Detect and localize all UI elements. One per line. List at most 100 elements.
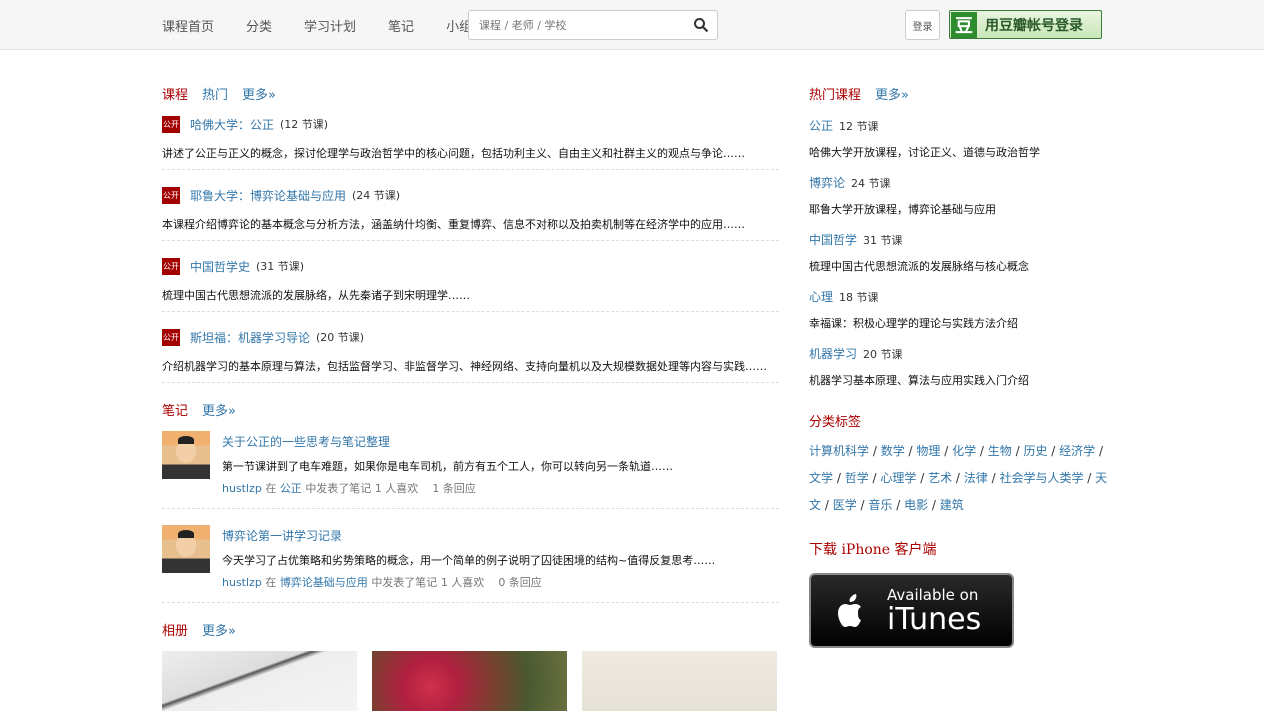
lesson-meta: (31 节课) — [256, 260, 305, 273]
lesson-item: 公开 中国哲学史 (31 节课) 梳理中国古代思想流派的发展脉络，从先秦诸子到宋明理… — [162, 255, 779, 312]
side-course: 公正 12 节课 哈佛大学开放课程，讨论正义、道德与政治哲学 — [809, 117, 1109, 160]
nav-home[interactable]: 课程首页 — [162, 16, 214, 35]
photo-thumbnail[interactable] — [582, 651, 777, 711]
lesson-desc: 本课程介绍博弈论的基本概念与分析方法，涵盖纳什均衡、重复博弈、信息不对称以及拍卖… — [162, 218, 745, 231]
search-icon[interactable] — [693, 17, 709, 33]
side-course-name[interactable]: 心理 — [809, 290, 833, 304]
hot-courses-header: 热门课程 更多» — [809, 83, 1109, 103]
nav-plan[interactable]: 学习计划 — [304, 16, 356, 35]
tag-link[interactable]: 心理学 — [880, 471, 916, 485]
itunes-big-text: iTunes — [887, 601, 982, 637]
lessons-hot-link[interactable]: 热门 — [202, 84, 228, 103]
photos-more-link[interactable]: 更多» — [202, 620, 236, 639]
side-course-name[interactable]: 博弈论 — [809, 176, 845, 190]
itunes-badge[interactable]: Available on iTunes — [809, 573, 1014, 648]
lesson-badge: 公开 — [162, 257, 180, 275]
notes-title: 笔记 — [162, 403, 189, 419]
lesson-badge: 公开 — [162, 186, 180, 204]
note-title[interactable]: 博弈论第一讲学习记录 — [222, 529, 342, 543]
lesson-item: 公开 哈佛大学：公正 (12 节课) 讲述了公正与正义的概念，探讨伦理学与政治哲学中… — [162, 113, 779, 170]
lesson-meta: (12 节课) — [280, 118, 329, 131]
tag-link[interactable]: 电影 — [904, 498, 928, 512]
notes-more-link[interactable]: 更多» — [202, 400, 236, 419]
lesson-title[interactable]: 斯坦福：机器学习导论 — [190, 329, 310, 346]
tag-link[interactable]: 社会学与人类学 — [999, 471, 1083, 485]
tag-link[interactable]: 建筑 — [940, 498, 964, 512]
lesson-desc: 讲述了公正与正义的概念，探讨伦理学与政治哲学中的核心问题，包括功利主义、自由主义… — [162, 147, 745, 160]
side-course-desc: 幸福课：积极心理学的理论与实践方法介绍 — [809, 317, 1018, 330]
nav-notes[interactable]: 笔记 — [388, 16, 414, 35]
tag-link[interactable]: 音乐 — [868, 498, 892, 512]
photos-header: 相册 更多» — [162, 619, 779, 639]
side-course-name[interactable]: 中国哲学 — [809, 233, 857, 247]
tags-title: 分类标签 — [809, 414, 862, 430]
tag-link[interactable]: 哲学 — [845, 471, 869, 485]
lessons-more-link[interactable]: 更多» — [242, 84, 276, 103]
tag-separator: / — [916, 471, 929, 485]
tag-cloud: 计算机科学 / 数学 / 物理 / 化学 / 生物 / 历史 / 经济学 / 文… — [809, 438, 1109, 519]
side-course: 心理 18 节课 幸福课：积极心理学的理论与实践方法介绍 — [809, 288, 1109, 331]
note-author[interactable]: hustlzp — [222, 576, 262, 589]
tag-link[interactable]: 计算机科学 — [809, 444, 869, 458]
side-course-name[interactable]: 机器学习 — [809, 347, 857, 361]
login-link[interactable]: 登录 — [905, 10, 940, 40]
note-course[interactable]: 博弈论基础与应用 — [280, 576, 368, 589]
side-course-count: 12 节课 — [839, 120, 879, 133]
tag-link[interactable]: 物理 — [916, 444, 940, 458]
photo-thumbnail[interactable] — [162, 651, 357, 711]
tag-separator: / — [1047, 444, 1060, 458]
hot-courses-more-link[interactable]: 更多» — [875, 84, 909, 103]
lesson-item: 公开 耶鲁大学：博弈论基础与应用 (24 节课) 本课程介绍博弈论的基本概念与分析方… — [162, 184, 779, 241]
tag-link[interactable]: 艺术 — [928, 471, 952, 485]
lesson-title[interactable]: 中国哲学史 — [190, 258, 250, 275]
note-footer: hustlzp 在 博弈论基础与应用 中发表了笔记 1 人喜欢 0 条回应 — [222, 576, 542, 589]
note-excerpt: 第一节课讲到了电车难题，如果你是电车司机，前方有五个工人，你可以转向另一条轨道…… — [222, 460, 673, 473]
note-course[interactable]: 公正 — [280, 482, 302, 495]
tag-link[interactable]: 医学 — [833, 498, 857, 512]
avatar[interactable] — [162, 525, 210, 573]
tag-link[interactable]: 法律 — [964, 471, 988, 485]
tag-separator: / — [869, 444, 881, 458]
tag-separator: / — [833, 471, 845, 485]
note-item: 关于公正的一些思考与笔记整理 第一节课讲到了电车难题，如果你是电车司机，前方有五… — [162, 431, 779, 509]
nav-category[interactable]: 分类 — [246, 16, 272, 35]
side-course-name[interactable]: 公正 — [809, 119, 833, 133]
side-course-desc: 梳理中国古代思想流派的发展脉络与核心概念 — [809, 260, 1029, 273]
note-comments: 0 条回应 — [498, 576, 542, 589]
douban-login-button[interactable]: 豆 用豆瓣帐号登录 — [949, 10, 1102, 39]
note-author[interactable]: hustlzp — [222, 482, 262, 495]
lesson-item: 公开 斯坦福：机器学习导论 (20 节课) 介绍机器学习的基本原理与算法，包括监督学… — [162, 326, 779, 383]
tag-separator: / — [904, 444, 917, 458]
lesson-desc: 梳理中国古代思想流派的发展脉络，从先秦诸子到宋明理学…… — [162, 289, 470, 302]
lesson-title[interactable]: 耶鲁大学：博弈论基础与应用 — [190, 187, 346, 204]
tag-link[interactable]: 经济学 — [1059, 444, 1095, 458]
tag-link[interactable]: 生物 — [988, 444, 1012, 458]
lesson-title[interactable]: 哈佛大学：公正 — [190, 116, 274, 133]
tag-separator: / — [1011, 444, 1024, 458]
tag-separator: / — [952, 471, 964, 485]
photos-title: 相册 — [162, 623, 189, 639]
side-course-count: 31 节课 — [863, 234, 903, 247]
sidebar: 热门课程 更多» 公正 12 节课 哈佛大学开放课程，讨论正义、道德与政治哲学 博弈… — [809, 50, 1109, 648]
note-title[interactable]: 关于公正的一些思考与笔记整理 — [222, 435, 390, 449]
tag-link[interactable]: 化学 — [952, 444, 976, 458]
tag-link[interactable]: 数学 — [881, 444, 905, 458]
side-course: 中国哲学 31 节课梳理中国古代思想流派的发展脉络与核心概念 — [809, 231, 1109, 274]
tag-separator: / — [940, 444, 953, 458]
tag-separator: / — [892, 498, 905, 512]
lesson-desc: 介绍机器学习的基本原理与算法，包括监督学习、非监督学习、神经网络、支持向量机以及… — [162, 360, 767, 373]
tag-link[interactable]: 历史 — [1023, 444, 1047, 458]
photo-thumbnail[interactable] — [372, 651, 567, 711]
douban-logo-icon: 豆 — [951, 11, 977, 38]
lessons-header: 课程 热门 更多» — [162, 83, 779, 103]
hot-courses-title: 热门课程 — [809, 87, 862, 103]
tag-separator: / — [856, 498, 869, 512]
tag-link[interactable]: 文学 — [809, 471, 833, 485]
avatar[interactable] — [162, 431, 210, 479]
tag-separator: / — [976, 444, 988, 458]
note-footer: hustlzp 在 公正 中发表了笔记 1 人喜欢 1 条回应 — [222, 482, 476, 495]
tag-separator: / — [821, 498, 833, 512]
search-input[interactable] — [469, 11, 679, 39]
itunes-small-text: Available on — [887, 585, 979, 604]
side-course-desc: 机器学习基本原理、算法与应用实践入门介绍 — [809, 374, 1029, 387]
